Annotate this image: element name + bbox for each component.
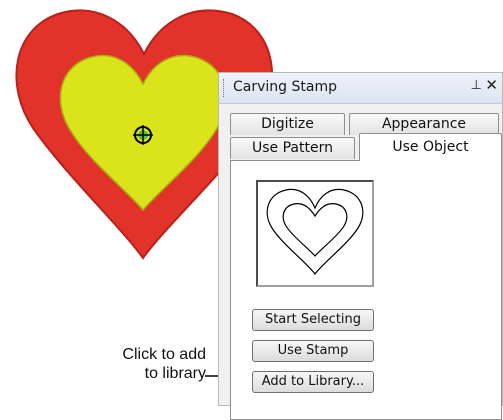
callout-text: Click to add to library <box>122 345 206 383</box>
tab-digitize[interactable]: Digitize <box>230 113 345 135</box>
stamp-preview <box>256 180 374 287</box>
use-stamp-button[interactable]: Use Stamp <box>252 340 374 362</box>
tab-appearance[interactable]: Appearance <box>349 113 499 135</box>
tab-use-object[interactable]: Use Object <box>359 133 502 161</box>
preview-inner-heart <box>282 203 348 257</box>
panel-title: Carving Stamp <box>233 79 337 95</box>
heart-outline-preview <box>266 188 364 275</box>
panel-titlebar[interactable]: Carving Stamp ⊥ ✕ <box>219 73 502 104</box>
tab-use-pattern[interactable]: Use Pattern <box>230 137 355 159</box>
carving-stamp-panel: Carving Stamp ⊥ ✕ Digitize Appearance Us… <box>218 72 503 420</box>
drag-grip-icon[interactable] <box>223 79 226 97</box>
close-icon[interactable]: ✕ <box>485 76 498 94</box>
callout-line-1: Click to add <box>122 346 206 363</box>
pin-icon[interactable]: ⊥ <box>471 78 482 93</box>
preview-outer-heart <box>266 188 364 275</box>
add-to-library-button[interactable]: Add to Library... <box>252 371 374 393</box>
callout-line-2: to library <box>144 365 206 382</box>
start-selecting-button[interactable]: Start Selecting <box>252 309 374 331</box>
